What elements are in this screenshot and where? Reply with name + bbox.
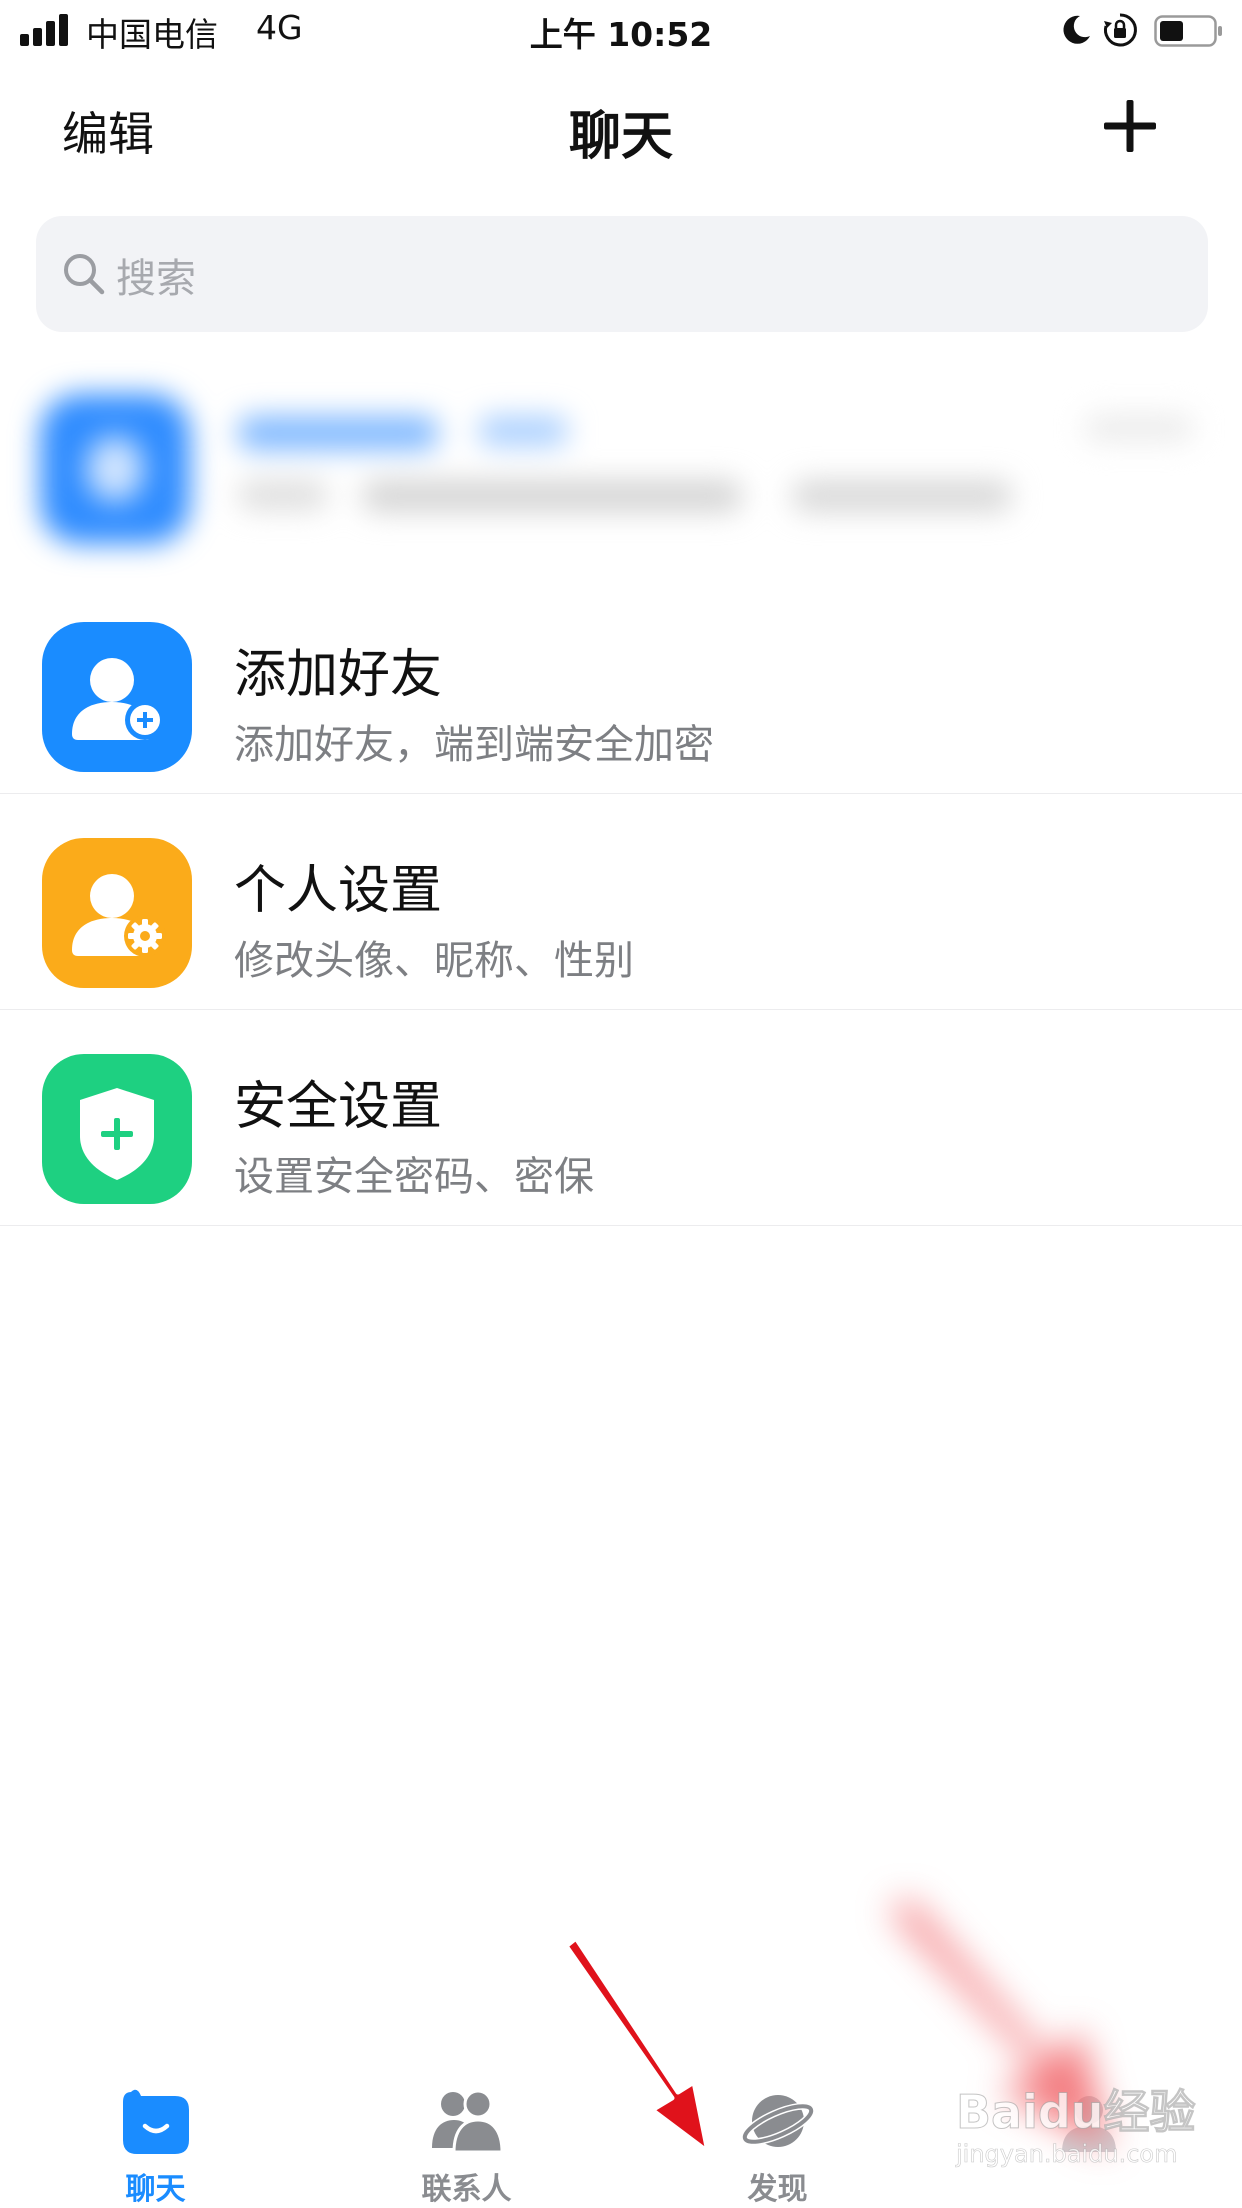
battery-icon — [1154, 15, 1222, 47]
planet-icon — [741, 2095, 815, 2147]
red-arrow-icon — [563, 1935, 711, 2155]
tab-label: 联系人 — [421, 2172, 512, 2207]
nav-bar: 编辑 聊天 — [0, 62, 1242, 192]
orientation-lock-icon — [1103, 13, 1137, 47]
shield-plus-icon — [42, 1054, 192, 1204]
tab-chat[interactable]: 聊天 — [0, 2068, 311, 2208]
list-item-personal-settings[interactable]: 个人设置 修改头像、昵称、性别 — [0, 794, 1242, 1010]
moon-icon — [1063, 15, 1090, 44]
list-item-subtitle: 添加好友，端到端安全加密 — [234, 722, 714, 768]
list-item-title: 个人设置 — [234, 861, 443, 921]
page-title: 聊天 — [568, 107, 673, 167]
list-item-subtitle: 修改头像、昵称、性别 — [234, 938, 634, 984]
watermark-sub: jingyan.baidu.com — [956, 2140, 1178, 2169]
divider — [0, 1225, 1242, 1226]
search-placeholder: 搜索 — [116, 256, 196, 302]
list-item-title: 安全设置 — [234, 1077, 443, 1137]
chat-bubble-icon — [123, 2089, 189, 2154]
list-item-subtitle: 设置安全密码、密保 — [234, 1154, 594, 1200]
baidu-watermark: Baidu经验 jingyan.baidu.com — [956, 2076, 1226, 2186]
list-item-security-settings[interactable]: 安全设置 设置安全密码、密保 — [0, 1010, 1242, 1226]
plus-icon[interactable] — [1102, 98, 1158, 154]
contacts-icon — [432, 2089, 504, 2154]
add-user-icon — [42, 622, 192, 772]
tab-label: 发现 — [747, 2172, 808, 2207]
avatar — [40, 394, 190, 544]
list-item-title: 添加好友 — [234, 645, 443, 705]
search-icon — [64, 254, 105, 295]
blurred-conversation-row[interactable] — [0, 364, 1242, 564]
list-item-add-friend[interactable]: 添加好友 添加好友，端到端安全加密 — [0, 578, 1242, 794]
status-time: 上午 10:52 — [529, 15, 713, 54]
user-settings-icon — [42, 838, 192, 988]
tab-label: 聊天 — [125, 2172, 186, 2207]
watermark-main: Baidu经验 — [956, 2085, 1197, 2140]
status-bar: 中国电信 4G 上午 10:52 — [0, 0, 1242, 62]
search-input[interactable]: 搜索 — [36, 216, 1208, 332]
